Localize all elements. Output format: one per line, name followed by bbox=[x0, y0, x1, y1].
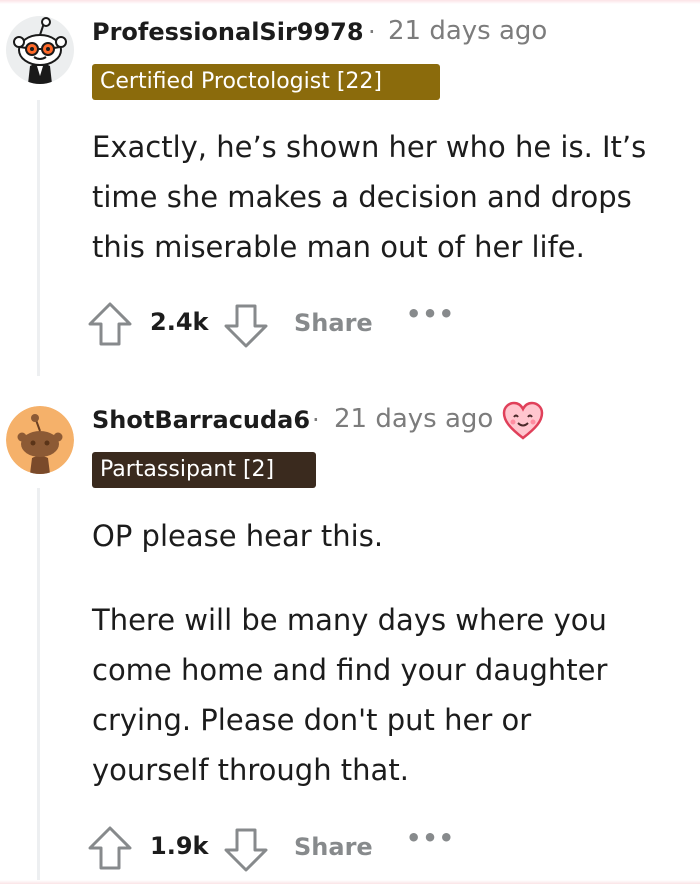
comment-body: OP please hear this. There will be many … bbox=[92, 511, 682, 795]
comment-actions: 1.9k Share ••• bbox=[86, 824, 486, 874]
more-options-icon[interactable]: ••• bbox=[406, 824, 455, 852]
heart-face-award-icon[interactable] bbox=[502, 400, 544, 446]
username[interactable]: ShotBarracuda6 bbox=[92, 406, 310, 434]
bottom-edge bbox=[0, 880, 700, 884]
comment-body: Exactly, he’s shown her who he is. It’s … bbox=[92, 122, 682, 272]
upvote-arrow-icon bbox=[88, 826, 132, 870]
meta-separator: · bbox=[312, 406, 320, 434]
thread-line[interactable] bbox=[37, 488, 40, 884]
upvote-button[interactable] bbox=[86, 300, 134, 354]
downvote-button[interactable] bbox=[222, 824, 270, 878]
user-flair: Certified Proctologist [22] bbox=[92, 64, 440, 100]
meta-separator: · bbox=[368, 18, 376, 46]
downvote-button[interactable] bbox=[222, 300, 270, 354]
upvote-arrow-icon bbox=[88, 302, 132, 346]
snoo-glasses-avatar-icon bbox=[6, 16, 74, 84]
timestamp[interactable]: 21 days ago bbox=[334, 404, 493, 434]
comment-actions: 2.4k Share ••• bbox=[86, 300, 486, 350]
user-flair: Partassipant [2] bbox=[92, 452, 316, 488]
avatar[interactable] bbox=[6, 16, 74, 84]
upvote-button[interactable] bbox=[86, 824, 134, 878]
comment-paragraph: OP please hear this. bbox=[92, 519, 384, 553]
share-button[interactable]: Share bbox=[294, 833, 373, 861]
comment-paragraph: There will be many days where you come h… bbox=[92, 603, 608, 787]
timestamp[interactable]: 21 days ago bbox=[388, 16, 547, 46]
top-edge bbox=[0, 0, 700, 4]
comment-paragraph: Exactly, he’s shown her who he is. It’s … bbox=[92, 130, 647, 264]
avatar[interactable] bbox=[6, 406, 74, 474]
snoo-brown-avatar-icon bbox=[6, 406, 74, 474]
username[interactable]: ProfessionalSir9978 bbox=[92, 18, 364, 46]
downvote-arrow-icon bbox=[224, 304, 268, 348]
thread-line[interactable] bbox=[37, 100, 40, 376]
vote-count: 1.9k bbox=[150, 832, 209, 860]
downvote-arrow-icon bbox=[224, 828, 268, 872]
vote-count: 2.4k bbox=[150, 308, 209, 336]
share-button[interactable]: Share bbox=[294, 309, 373, 337]
more-options-icon[interactable]: ••• bbox=[406, 300, 455, 328]
